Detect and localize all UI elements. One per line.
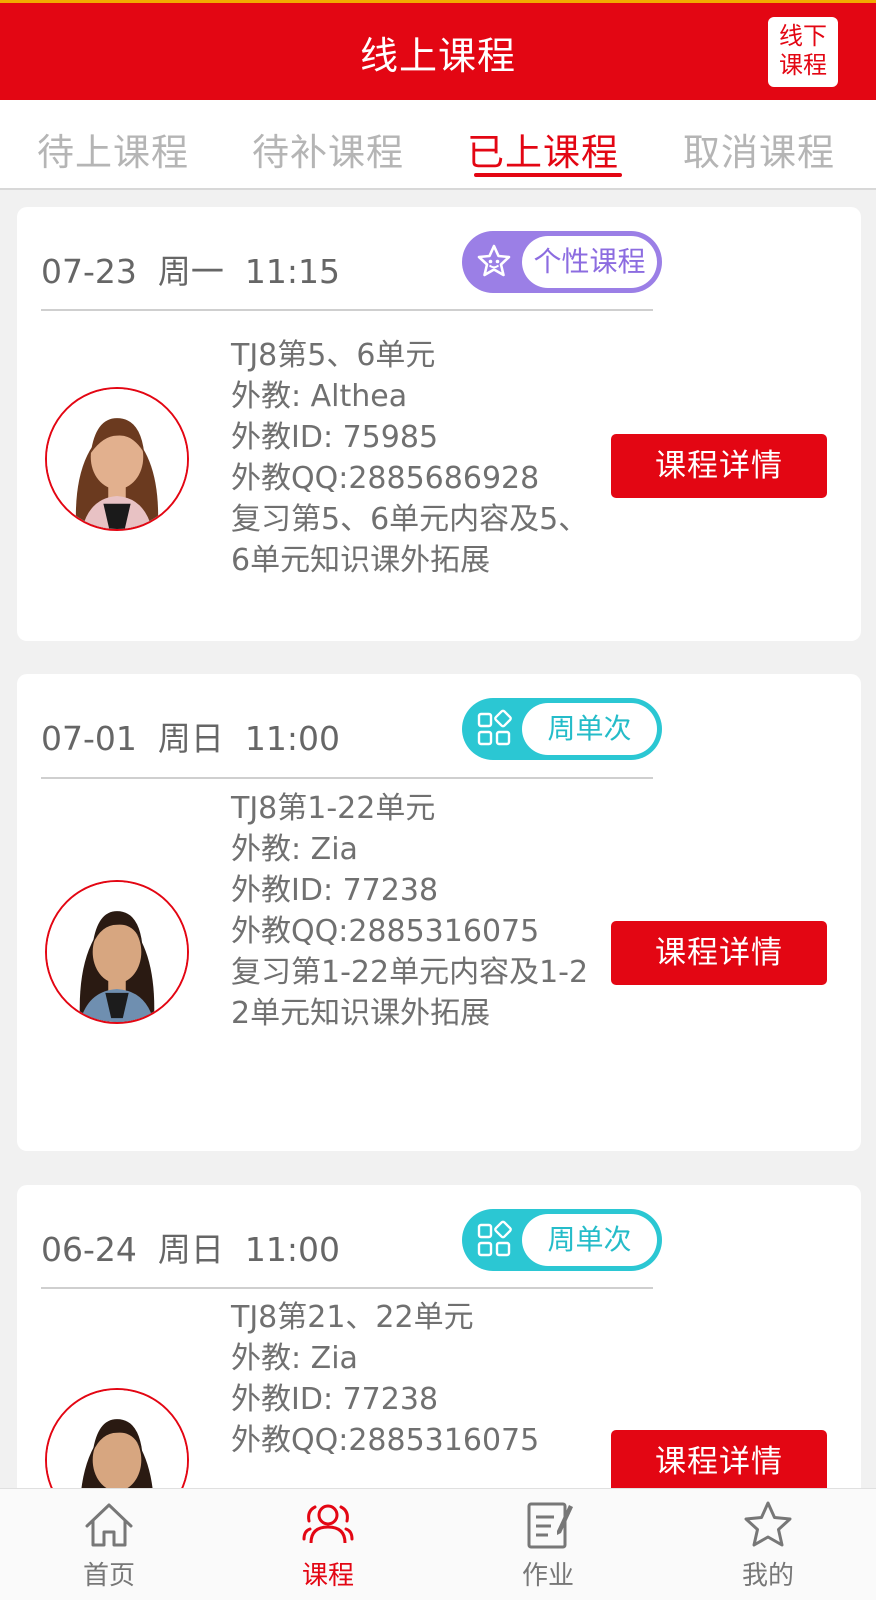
nav-courses-label: 课程 bbox=[301, 1561, 354, 1591]
offline-button-line1: 线下 bbox=[779, 22, 827, 50]
course-datetime: 06-24 周日 11:00 bbox=[41, 1230, 340, 1269]
course-tabs: 待上课程 待补课程 已上课程 取消课程 bbox=[0, 100, 876, 190]
nav-home[interactable]: 首页 bbox=[49, 1499, 169, 1592]
teacher-avatar bbox=[45, 387, 189, 531]
nav-courses[interactable]: 课程 bbox=[268, 1499, 388, 1592]
page-title: 线上课程 bbox=[359, 34, 516, 78]
course-title: TJ8第5、6单元 bbox=[231, 338, 436, 373]
teacher-name: 外教: Althea bbox=[231, 379, 408, 414]
course-description: 复习第5、6单元内容及5、6单元知识课外拓展 bbox=[231, 502, 589, 578]
course-info: TJ8第1-22单元 外教: Zia 外教ID: 77238 外教QQ:2885… bbox=[231, 788, 591, 1034]
nav-homework[interactable]: 作业 bbox=[488, 1499, 608, 1592]
nav-mine[interactable]: 我的 bbox=[708, 1499, 828, 1592]
course-card: 07-01 周日 11:00 周单次 TJ8第1-22单元 外教: Zia 外教… bbox=[17, 674, 861, 1151]
app-header: 线上课程 线下 课程 bbox=[0, 0, 876, 100]
nav-home-label: 首页 bbox=[82, 1561, 135, 1591]
course-detail-button[interactable]: 课程详情 bbox=[611, 1430, 827, 1494]
course-datetime: 07-23 周一 11:15 bbox=[41, 252, 340, 291]
nav-homework-label: 作业 bbox=[521, 1561, 574, 1591]
teacher-id: 外教ID: 77238 bbox=[231, 1382, 439, 1417]
teacher-qq: 外教QQ:2885316075 bbox=[231, 1423, 540, 1458]
teacher-name: 外教: Zia bbox=[231, 832, 358, 867]
teacher-avatar bbox=[45, 880, 189, 1024]
course-type-badge: 个性课程 bbox=[462, 231, 662, 293]
offline-button-line2: 课程 bbox=[779, 51, 827, 79]
course-type-badge: 周单次 bbox=[462, 1209, 662, 1271]
course-type-label: 个性课程 bbox=[522, 236, 657, 288]
tab-cancelled[interactable]: 取消课程 bbox=[683, 122, 835, 176]
course-title: TJ8第1-22单元 bbox=[231, 791, 436, 826]
grid-icon bbox=[477, 709, 512, 746]
people-icon bbox=[302, 1504, 354, 1544]
star-icon bbox=[744, 1501, 792, 1547]
teacher-name: 外教: Zia bbox=[231, 1341, 358, 1376]
card-divider bbox=[41, 309, 653, 311]
offline-courses-button[interactable]: 线下 课程 bbox=[768, 17, 838, 87]
bottom-navigation: 首页 课程 作业 我的 bbox=[0, 1488, 876, 1600]
course-info: TJ8第5、6单元 外教: Althea 外教ID: 75985 外教QQ:28… bbox=[231, 335, 591, 581]
course-datetime: 07-01 周日 11:00 bbox=[41, 719, 340, 758]
teacher-qq: 外教QQ:2885686928 bbox=[231, 461, 540, 496]
active-tab-indicator bbox=[474, 173, 622, 177]
grid-icon bbox=[477, 1220, 512, 1257]
teacher-id: 外教ID: 77238 bbox=[231, 873, 439, 908]
nav-mine-label: 我的 bbox=[741, 1561, 794, 1591]
homework-icon bbox=[527, 1502, 573, 1549]
star-face-icon bbox=[477, 244, 511, 277]
card-divider bbox=[41, 1287, 653, 1289]
teacher-qq: 外教QQ:2885316075 bbox=[231, 914, 540, 949]
course-card: 07-23 周一 11:15 个性课程 TJ8第5、6单元 外教: Althea… bbox=[17, 207, 861, 641]
course-description: 复习第1-22单元内容及1-22单元知识课外拓展 bbox=[231, 955, 589, 1031]
course-type-badge: 周单次 bbox=[462, 698, 662, 760]
course-info: TJ8第21、22单元 外教: Zia 外教ID: 77238 外教QQ:288… bbox=[231, 1297, 591, 1461]
tab-completed[interactable]: 已上课程 bbox=[467, 122, 619, 176]
teacher-id: 外教ID: 75985 bbox=[231, 420, 439, 455]
course-title: TJ8第21、22单元 bbox=[231, 1300, 474, 1335]
course-type-label: 周单次 bbox=[522, 703, 657, 755]
tab-makeup[interactable]: 待补课程 bbox=[252, 122, 404, 176]
course-detail-button[interactable]: 课程详情 bbox=[611, 921, 827, 985]
course-detail-button[interactable]: 课程详情 bbox=[611, 434, 827, 498]
tab-upcoming[interactable]: 待上课程 bbox=[37, 122, 189, 176]
home-icon bbox=[85, 1503, 133, 1547]
course-type-label: 周单次 bbox=[522, 1214, 657, 1266]
card-divider bbox=[41, 777, 653, 779]
